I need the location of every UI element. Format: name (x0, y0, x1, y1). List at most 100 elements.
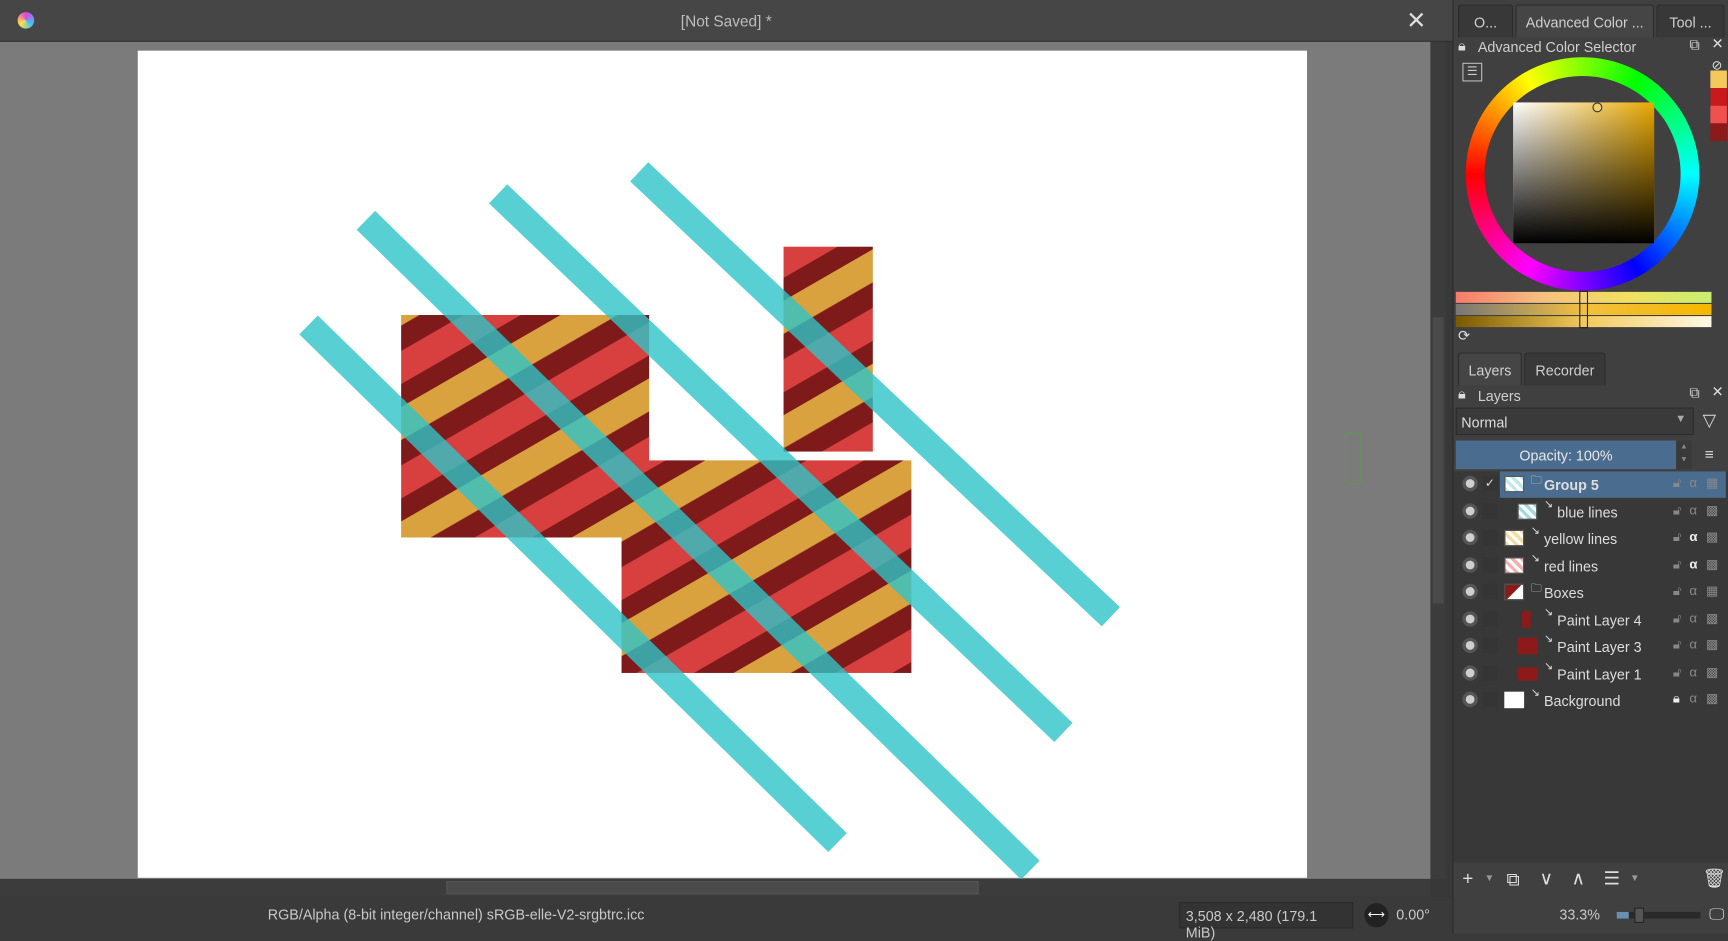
move-layer-down-icon[interactable]: ∨ (1540, 868, 1554, 890)
lock-icon[interactable]: 🔓︎ (1673, 610, 1682, 627)
alpha-icon[interactable]: α (1689, 502, 1697, 517)
layer-options-menu-icon[interactable]: ≡ (1705, 445, 1714, 463)
alpha-icon[interactable]: α (1689, 691, 1697, 706)
alpha-locked-icon[interactable]: α (1689, 556, 1697, 571)
move-layer-up-icon[interactable]: ∧ (1572, 868, 1586, 890)
history-swatch[interactable] (1710, 88, 1727, 106)
layer-row-paint-layer-4[interactable]: ↘ Paint Layer 4 🔓︎ α ▩ (1454, 607, 1728, 633)
blend-mode-select[interactable]: Normal ▼ (1455, 407, 1694, 436)
opacity-slider[interactable]: Opacity: 100% (1455, 440, 1677, 470)
saturation-value-square[interactable] (1513, 102, 1655, 244)
layer-row-boxes[interactable]: 🗀 Boxes 🔓︎ α ▦ (1454, 579, 1728, 605)
lock-icon[interactable]: 🔓︎ (1673, 556, 1682, 573)
close-docker-icon[interactable]: ✕ (1711, 35, 1723, 53)
visibility-eye-icon[interactable] (1462, 529, 1478, 546)
zoom-slider-handle[interactable] (1634, 907, 1645, 923)
lock-icon[interactable]: 🔓︎ (1673, 664, 1682, 681)
visibility-eye-icon[interactable] (1462, 557, 1478, 573)
layer-row-group-5[interactable]: ✓ 🗀 Group 5 🔓︎ α ▦ (1454, 471, 1728, 498)
transparency-icon[interactable]: ▩ (1706, 637, 1719, 652)
filter-icon[interactable]: ▽ (1703, 410, 1717, 432)
locked-icon[interactable]: 🔒︎ (1673, 691, 1680, 708)
alpha-icon[interactable]: α (1689, 664, 1697, 679)
visibility-eye-icon[interactable] (1462, 503, 1478, 519)
add-layer-icon[interactable]: + (1462, 868, 1473, 890)
refresh-icon[interactable]: ⟳ (1458, 327, 1470, 345)
history-swatch[interactable] (1710, 123, 1727, 141)
add-layer-dropdown-icon[interactable]: ▼ (1484, 872, 1494, 883)
tab-recorder[interactable]: Recorder (1524, 352, 1606, 386)
history-swatch[interactable] (1710, 70, 1727, 89)
layer-row-background[interactable]: ↘ Background 🔒︎ α ▩ (1454, 687, 1728, 713)
pass-through-icon[interactable]: ▦ (1706, 475, 1719, 490)
visibility-eye-icon[interactable] (1462, 583, 1478, 600)
transparency-icon[interactable]: ▩ (1706, 502, 1719, 517)
alpha-locked-icon[interactable]: α (1689, 529, 1697, 544)
alpha-icon[interactable]: α (1689, 583, 1697, 598)
layer-checkbox[interactable] (1482, 557, 1498, 573)
image-dimensions[interactable]: 3,508 x 2,480 (179.1 MiB) (1179, 902, 1354, 941)
transparency-icon[interactable]: ▩ (1706, 529, 1719, 544)
canvas-area[interactable] (0, 41, 1431, 879)
history-swatch[interactable] (1710, 105, 1727, 124)
layer-checkbox[interactable] (1482, 665, 1498, 681)
paint-layer-icon: ↘ (1543, 633, 1554, 646)
layer-row-paint-layer-3[interactable]: ↘ Paint Layer 3 🔓︎ α ▩ (1454, 633, 1728, 659)
visibility-eye-icon[interactable] (1462, 637, 1478, 654)
lock-icon[interactable]: 🔓︎ (1673, 475, 1682, 492)
rotation-icon[interactable]: ⟷ (1364, 903, 1389, 928)
close-document-icon[interactable]: ✕ (1406, 7, 1426, 36)
transparency-icon[interactable]: ▩ (1706, 664, 1719, 679)
zoom-slider[interactable] (1616, 907, 1701, 923)
pass-through-icon[interactable]: ▦ (1706, 583, 1719, 598)
lock-icon[interactable]: 🔓︎ (1673, 637, 1682, 654)
transparency-icon[interactable]: ▩ (1706, 610, 1719, 625)
alpha-icon[interactable]: α (1689, 610, 1697, 625)
color-history (1710, 70, 1727, 141)
layer-row-blue-lines[interactable]: ↘ blue lines 🔓︎ α ▩ (1454, 499, 1728, 525)
layer-checkbox[interactable] (1482, 637, 1498, 654)
duplicate-layer-icon[interactable]: ⧉ (1506, 869, 1519, 891)
horizontal-scroll-thumb[interactable] (446, 881, 979, 895)
transparency-icon[interactable]: ▩ (1706, 691, 1719, 706)
opacity-spinner[interactable]: ▲ ▼ (1676, 440, 1692, 470)
layer-row-yellow-lines[interactable]: ↘ yellow lines 🔓︎ α ▩ (1454, 525, 1728, 551)
layer-row-red-lines[interactable]: ↘ red lines 🔓︎ α ▩ (1454, 553, 1728, 579)
visibility-eye-icon[interactable] (1462, 611, 1478, 627)
vertical-scrollbar[interactable] (1430, 41, 1446, 879)
horizontal-scrollbar[interactable] (0, 878, 1431, 897)
alpha-icon[interactable]: α (1689, 475, 1697, 490)
layer-checkbox[interactable] (1482, 583, 1498, 600)
delete-layer-icon[interactable]: 🗑︎ (1703, 868, 1727, 890)
lock-icon[interactable]: 🔓︎ (1673, 529, 1682, 546)
float-docker-icon[interactable]: ⧉ (1689, 36, 1699, 54)
layer-row-paint-layer-1[interactable]: ↘ Paint Layer 1 🔓︎ α ▩ (1454, 661, 1728, 687)
visibility-eye-icon[interactable] (1462, 665, 1478, 681)
float-docker-icon[interactable]: ⧉ (1689, 384, 1699, 402)
layer-checkbox[interactable]: ✓ (1482, 475, 1498, 492)
layer-properties-icon[interactable]: ☰ (1603, 868, 1620, 890)
transparency-icon[interactable]: ▩ (1706, 556, 1719, 571)
tab-overview[interactable]: O... (1457, 4, 1514, 38)
properties-dropdown-icon[interactable]: ▼ (1630, 872, 1640, 883)
visibility-eye-icon[interactable] (1462, 475, 1478, 492)
tab-layers[interactable]: Layers (1457, 352, 1522, 386)
slider-handle[interactable] (1579, 290, 1589, 329)
tab-tool-options[interactable]: Tool ... (1656, 4, 1725, 38)
layer-checkbox[interactable] (1482, 503, 1498, 519)
layer-checkbox[interactable] (1482, 529, 1498, 546)
alpha-icon[interactable]: α (1689, 637, 1697, 652)
layer-checkbox[interactable] (1482, 691, 1498, 708)
layer-checkbox[interactable] (1482, 611, 1498, 627)
color-cursor[interactable] (1592, 102, 1603, 113)
tab-advanced-color[interactable]: Advanced Color ... (1515, 4, 1655, 38)
lock-icon[interactable]: 🔓︎ (1673, 502, 1682, 519)
close-docker-icon[interactable]: ✕ (1711, 383, 1723, 401)
paint-layer-icon: ↘ (1543, 660, 1554, 673)
display-icon[interactable]: 🖵 (1709, 905, 1724, 924)
lock-docker-icon[interactable]: 🔒︎ (1458, 37, 1466, 55)
visibility-eye-icon[interactable] (1462, 691, 1478, 708)
lock-docker-icon[interactable]: 🔒︎ (1458, 385, 1466, 403)
selector-settings-icon[interactable]: ☰ (1462, 62, 1483, 82)
lock-icon[interactable]: 🔓︎ (1673, 583, 1682, 600)
